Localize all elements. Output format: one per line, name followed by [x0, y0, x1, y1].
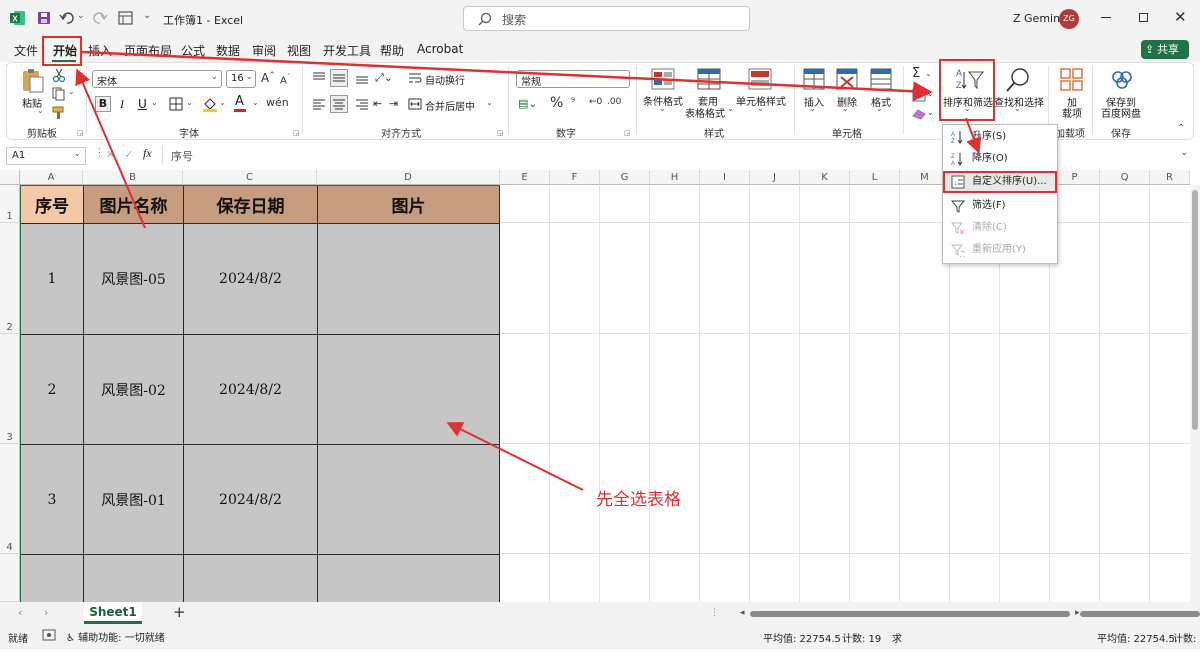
- accessibility-icon: ♿: [66, 633, 75, 644]
- accessibility-label: 辅助功能: 一切就绪: [78, 633, 165, 644]
- annotation-arrows: [75, 50, 982, 491]
- annotation-text: 先全选表格: [596, 490, 681, 510]
- macro-record-icon[interactable]: [42, 629, 56, 641]
- status-count-2: 计数: 19: [1173, 634, 1200, 645]
- accessibility-status[interactable]: ♿ 辅助功能: 一切就绪: [66, 629, 165, 644]
- tab-sheet1[interactable]: Sheet1: [84, 602, 142, 624]
- horizontal-scroll-thumb[interactable]: [750, 611, 1070, 617]
- status-bar: [0, 626, 1200, 649]
- tab-next-icon[interactable]: ›: [44, 606, 48, 619]
- status-sum-partial: 求: [892, 634, 902, 645]
- status-count: 计数: 19: [842, 634, 882, 645]
- status-ready: 就绪: [8, 634, 28, 645]
- hscroll-right-icon[interactable]: ▸: [1075, 608, 1080, 618]
- add-sheet-button[interactable]: +: [173, 603, 186, 621]
- status-average-2: 平均值: 22754.5: [1097, 634, 1175, 645]
- status-average: 平均值: 22754.5: [763, 634, 841, 645]
- hscroll-dots-icon: ⋮: [710, 608, 719, 618]
- hscroll-left-icon[interactable]: ◂: [740, 608, 745, 618]
- tab-prev-icon[interactable]: ‹: [18, 606, 22, 619]
- horizontal-scroll-thumb-2[interactable]: [1080, 611, 1200, 617]
